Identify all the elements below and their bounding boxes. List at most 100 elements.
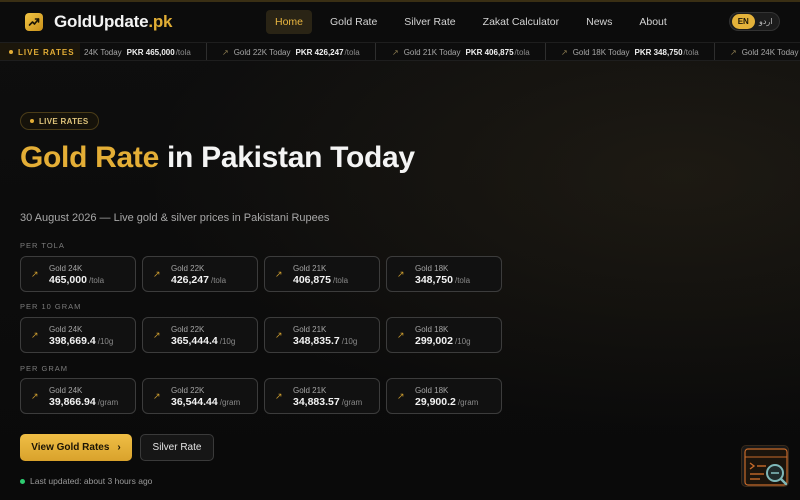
rate-card[interactable]: ↗ Gold 18K 348,750/tola bbox=[386, 256, 502, 292]
rate-card[interactable]: ↗ Gold 18K 299,002/10g bbox=[386, 317, 502, 353]
view-gold-rates-button[interactable]: View Gold Rates › bbox=[20, 434, 132, 461]
rate-card[interactable]: ↗ Gold 22K 365,444.4/10g bbox=[142, 317, 258, 353]
rate-card-label: Gold 18K bbox=[415, 386, 449, 395]
rate-card-label: Gold 22K bbox=[171, 325, 205, 334]
rate-card[interactable]: ↗ Gold 21K 348,835.7/10g bbox=[264, 317, 380, 353]
nav-link-home[interactable]: Home bbox=[266, 10, 313, 34]
ticker-item-unit: /tola bbox=[683, 47, 699, 57]
ticker-item: ↗ Gold 21K Today PKR 406,875 /tola bbox=[392, 43, 546, 60]
rate-card-value: 398,669.4/10g bbox=[49, 335, 114, 347]
ticker-item-price: PKR 465,000 bbox=[126, 47, 175, 57]
nav-link-zakat-calculator[interactable]: Zakat Calculator bbox=[474, 10, 568, 34]
rate-card-value: 36,544.44/gram bbox=[171, 396, 241, 408]
trend-up-icon: ↗ bbox=[222, 47, 229, 57]
silver-rate-button[interactable]: Silver Rate bbox=[140, 434, 214, 461]
trend-up-icon: ↗ bbox=[31, 330, 39, 340]
rate-row-per-10-gram: ↗ Gold 24K 398,669.4/10g ↗ Gold 22K 365,… bbox=[20, 317, 508, 353]
ticker-item-price: PKR 426,247 bbox=[295, 47, 344, 57]
trend-up-icon: ↗ bbox=[153, 391, 161, 401]
nav-links: Home Gold Rate Silver Rate Zakat Calcula… bbox=[266, 1, 685, 43]
live-rates-pill-label: LIVE RATES bbox=[39, 116, 89, 126]
rate-card-value: 365,444.4/10g bbox=[171, 335, 236, 347]
trend-up-icon: ↗ bbox=[31, 269, 39, 279]
rate-card[interactable]: ↗ Gold 21K 406,875/tola bbox=[264, 256, 380, 292]
page-title: Gold Rate in Pakistan Today bbox=[20, 142, 420, 173]
rate-card[interactable]: ↗ Gold 22K 36,544.44/gram bbox=[142, 378, 258, 414]
rate-card[interactable]: ↗ Gold 24K 465,000/tola bbox=[20, 256, 136, 292]
ticker-item-unit: /tola bbox=[175, 47, 191, 57]
trend-up-icon: ↗ bbox=[561, 47, 568, 57]
live-dot-icon bbox=[9, 50, 13, 54]
trend-up-icon: ↗ bbox=[153, 269, 161, 279]
ticker-badge: LIVE RATES bbox=[0, 43, 80, 60]
ticker-item: ↗ Gold 24K Today bbox=[730, 43, 800, 60]
rate-card[interactable]: ↗ Gold 21K 34,883.57/gram bbox=[264, 378, 380, 414]
trend-up-icon: ↗ bbox=[730, 47, 737, 57]
nav-link-silver-rate[interactable]: Silver Rate bbox=[395, 10, 464, 34]
rate-card[interactable]: ↗ Gold 18K 29,900.2/gram bbox=[386, 378, 502, 414]
trend-up-icon: ↗ bbox=[275, 330, 283, 340]
terminal-search-icon bbox=[744, 448, 788, 486]
ticker-item-label: Gold 22K Today bbox=[233, 47, 291, 57]
trend-up-icon: ↗ bbox=[397, 269, 405, 279]
floating-chat-widget[interactable] bbox=[741, 445, 789, 487]
nav-link-about[interactable]: About bbox=[630, 10, 675, 34]
ticker-item-label: Gold 24K Today bbox=[741, 47, 799, 57]
section-label-per-tola: PER TOLA bbox=[20, 241, 65, 250]
trend-up-icon: ↗ bbox=[397, 391, 405, 401]
page-title-rest: in Pakistan Today bbox=[158, 141, 415, 174]
rate-card-label: Gold 18K bbox=[415, 325, 449, 334]
rate-row-per-gram: ↗ Gold 24K 39,866.94/gram ↗ Gold 22K 36,… bbox=[20, 378, 508, 414]
live-rates-pill: LIVE RATES bbox=[20, 112, 99, 130]
language-toggle[interactable]: EN اردو bbox=[729, 12, 780, 31]
rate-card-label: Gold 22K bbox=[171, 386, 205, 395]
ticker-item-price: PKR 406,875 bbox=[465, 47, 514, 57]
rate-card-label: Gold 21K bbox=[293, 325, 327, 334]
live-dot-icon bbox=[30, 119, 34, 123]
ticker-item-price: PKR 348,750 bbox=[634, 47, 683, 57]
rate-card[interactable]: ↗ Gold 24K 398,669.4/10g bbox=[20, 317, 136, 353]
rate-card[interactable]: ↗ Gold 22K 426,247/tola bbox=[142, 256, 258, 292]
ticker-item-unit: /tola bbox=[344, 47, 360, 57]
last-updated-text: Last updated: about 3 hours ago bbox=[30, 476, 153, 486]
ticker-item-label: Gold 21K Today bbox=[403, 47, 461, 57]
lang-option-urdu[interactable]: اردو bbox=[755, 14, 778, 29]
rate-card-value: 34,883.57/gram bbox=[293, 396, 363, 408]
rate-card-value: 406,875/tola bbox=[293, 274, 349, 286]
rate-card-value: 348,835.7/10g bbox=[293, 335, 358, 347]
nav-link-news[interactable]: News bbox=[577, 10, 621, 34]
rate-row-per-tola: ↗ Gold 24K 465,000/tola ↗ Gold 22K 426,2… bbox=[20, 256, 508, 292]
nav-link-gold-rate[interactable]: Gold Rate bbox=[321, 10, 386, 34]
ticker-item-label: Gold 18K Today bbox=[572, 47, 630, 57]
view-gold-rates-label: View Gold Rates bbox=[31, 442, 110, 453]
trend-up-icon: ↗ bbox=[153, 330, 161, 340]
trend-up-icon: ↗ bbox=[31, 391, 39, 401]
ticker-item: 24K Today PKR 465,000 /tola bbox=[84, 43, 207, 60]
trend-up-icon: ↗ bbox=[392, 47, 399, 57]
trend-up-icon: ↗ bbox=[275, 391, 283, 401]
rate-card-value: 39,866.94/gram bbox=[49, 396, 119, 408]
background bbox=[0, 0, 800, 500]
logo[interactable]: GoldUpdate.pk bbox=[25, 12, 173, 32]
rate-card-value: 465,000/tola bbox=[49, 274, 105, 286]
lang-option-en[interactable]: EN bbox=[732, 14, 755, 29]
ticker-item-unit: /tola bbox=[514, 47, 530, 57]
rate-card-label: Gold 24K bbox=[49, 325, 83, 334]
rate-card-label: Gold 18K bbox=[415, 264, 449, 273]
chevron-right-icon: › bbox=[117, 442, 121, 453]
rate-card-label: Gold 21K bbox=[293, 264, 327, 273]
page-subtitle: 30 August 2026 — Live gold & silver pric… bbox=[20, 212, 330, 224]
status-dot-icon bbox=[20, 478, 25, 484]
rate-card-label: Gold 24K bbox=[49, 386, 83, 395]
navbar: GoldUpdate.pk Home Gold Rate Silver Rate… bbox=[0, 0, 800, 42]
section-label-per-10-gram: PER 10 GRAM bbox=[20, 302, 82, 311]
rate-card[interactable]: ↗ Gold 24K 39,866.94/gram bbox=[20, 378, 136, 414]
rate-card-value: 29,900.2/gram bbox=[415, 396, 479, 408]
ticker-item-label: 24K Today bbox=[84, 47, 122, 57]
rate-card-value: 426,247/tola bbox=[171, 274, 227, 286]
section-label-per-gram: PER GRAM bbox=[20, 364, 69, 373]
ticker-item: ↗ Gold 18K Today PKR 348,750 /tola bbox=[561, 43, 715, 60]
trend-logo-icon bbox=[25, 13, 43, 31]
rate-card-value: 348,750/tola bbox=[415, 274, 471, 286]
live-rates-ticker: LIVE RATES 24K Today PKR 465,000 /tola ↗… bbox=[0, 42, 800, 61]
